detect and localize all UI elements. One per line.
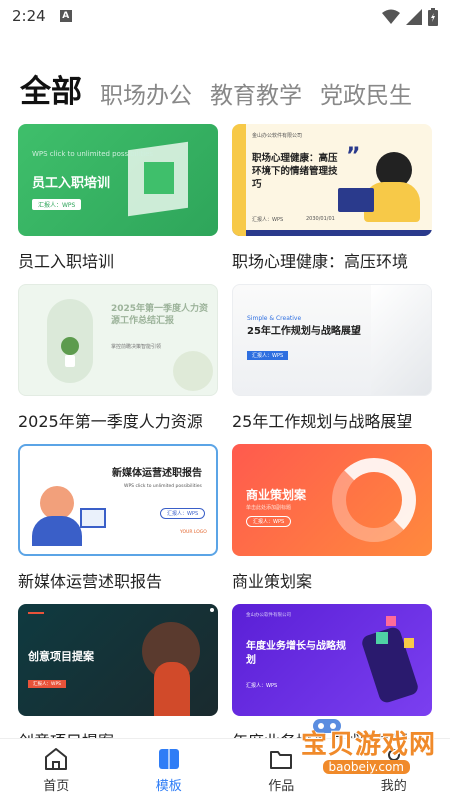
nav-label: 我的 — [380, 778, 407, 794]
template-card[interactable]: 2025年第一季度人力资源工作总结汇报 掌控前瞻决策智能引领 2025年第一季度… — [18, 284, 218, 432]
template-title: 25年工作规划与战略展望 — [232, 412, 413, 431]
template-card[interactable]: 金山办公软件有限公司 年度业务增长与战略规划 汇报人：WPS 年度业务增长与战略… — [232, 604, 432, 738]
template-icon — [158, 748, 179, 769]
template-title: 员工入职培训 — [18, 252, 115, 271]
thumb-heading: 年度业务增长与战略规划 — [246, 641, 346, 666]
quote-mark-icon: ” — [346, 144, 361, 169]
template-thumbnail: 新媒体运营述职报告 WPS click to unlimited possibi… — [18, 444, 218, 556]
folder-icon — [270, 750, 293, 769]
template-title: 2025年第一季度人力资源 — [18, 412, 203, 431]
template-title: 商业策划案 — [232, 572, 313, 591]
thumb-small-text: WPS click to unlimited possibilities — [124, 484, 202, 489]
template-title: 新媒体运营述职报告 — [18, 572, 163, 591]
template-card[interactable]: 商业策划案 单击此处添加副标题 汇报人：WPS 商业策划案 — [232, 444, 432, 592]
tab-government[interactable]: 党政民生 — [320, 85, 412, 108]
thumb-heading: 2025年第一季度人力资源工作总结汇报 — [111, 304, 209, 326]
thumb-heading: 新媒体运营述职报告 — [112, 468, 202, 479]
tab-all[interactable]: 全部 — [20, 77, 82, 108]
thumb-heading: 员工入职培训 — [32, 176, 111, 191]
thumb-small-text: WPS click to unlimited possibilities — [32, 150, 154, 158]
category-tabs: 全部 职场办公 教育教学 党政民生 — [0, 62, 450, 108]
template-card[interactable]: WPS click to unlimited possibilities 员工入… — [18, 124, 218, 272]
thumb-tag: 汇报人：WPS — [28, 680, 67, 688]
thumb-heading: 25年工作规划与战略展望 — [247, 326, 361, 337]
profile-icon — [383, 748, 404, 770]
nav-label: 作品 — [268, 778, 295, 794]
template-thumbnail: WPS click to unlimited possibilities 员工入… — [18, 124, 218, 236]
nav-label: 首页 — [43, 778, 70, 794]
tab-education[interactable]: 教育教学 — [210, 85, 302, 108]
status-time: 2:24 — [12, 7, 46, 25]
thumb-small-text: 金山办公软件有限公司 — [252, 133, 303, 139]
nav-templates[interactable]: 模板 — [113, 739, 226, 800]
thumb-small-text: 掌控前瞻决策智能引领 — [111, 344, 162, 350]
thumb-heading: 职场心理健康：高压环境下的情绪管理技巧 — [252, 153, 338, 190]
bottom-navigation: 首页 模板 作品 我的 — [0, 738, 450, 800]
nav-profile[interactable]: 我的 — [338, 739, 450, 800]
signal-icon — [406, 9, 422, 25]
thumb-small-text: 金山办公软件有限公司 — [246, 613, 291, 618]
template-thumbnail: 2025年第一季度人力资源工作总结汇报 掌控前瞻决策智能引领 — [18, 284, 218, 396]
battery-icon — [428, 8, 438, 26]
template-title: 职场心理健康：高压环境 — [232, 252, 409, 271]
nav-home[interactable]: 首页 — [0, 739, 113, 800]
template-card[interactable]: Simple & Creative 25年工作规划与战略展望 汇报人：WPS 2… — [232, 284, 432, 432]
template-grid: WPS click to unlimited possibilities 员工入… — [0, 122, 450, 738]
nav-works[interactable]: 作品 — [225, 739, 338, 800]
thumb-heading: 创意项目提案 — [28, 650, 94, 663]
thumb-date: 2030/01/01 — [306, 216, 335, 222]
template-card[interactable]: 金山办公软件有限公司 职场心理健康：高压环境下的情绪管理技巧 汇报人：WPS 2… — [232, 124, 432, 272]
template-title: 年度业务增长与战略规划 — [232, 728, 432, 738]
thumb-tag: 汇报人：WPS — [246, 683, 278, 689]
status-icons — [382, 8, 438, 26]
thumb-tag: 汇报人：WPS — [32, 199, 82, 210]
status-bar: 2:24 A — [0, 0, 450, 32]
wifi-icon — [382, 9, 400, 24]
home-icon — [45, 747, 68, 770]
template-thumbnail: 创意项目提案 汇报人：WPS — [18, 604, 218, 716]
thumb-tag: 汇报人：WPS — [160, 508, 206, 519]
notification-a-icon: A — [59, 10, 72, 22]
template-thumbnail: 商业策划案 单击此处添加副标题 汇报人：WPS — [232, 444, 432, 556]
template-thumbnail: 金山办公软件有限公司 年度业务增长与战略规划 汇报人：WPS — [232, 604, 432, 716]
thumb-tag: 汇报人：WPS — [252, 217, 284, 223]
thumb-tag: 汇报人：WPS — [247, 351, 289, 360]
thumb-heading: 商业策划案 — [246, 488, 307, 502]
template-card[interactable]: 创意项目提案 汇报人：WPS 创意项目提案 — [18, 604, 218, 738]
thumb-small-text: 单击此处添加副标题 — [246, 505, 292, 511]
template-thumbnail: Simple & Creative 25年工作规划与战略展望 汇报人：WPS — [232, 284, 432, 396]
template-card[interactable]: 新媒体运营述职报告 WPS click to unlimited possibi… — [18, 444, 218, 592]
thumb-logo: YOUR LOGO — [180, 530, 207, 535]
thumb-tag: 汇报人：WPS — [246, 516, 292, 527]
tab-office[interactable]: 职场办公 — [100, 85, 192, 108]
template-thumbnail: 金山办公软件有限公司 职场心理健康：高压环境下的情绪管理技巧 汇报人：WPS 2… — [232, 124, 432, 236]
thumb-small-text: Simple & Creative — [247, 315, 302, 322]
nav-label: 模板 — [155, 778, 182, 794]
template-title: 创意项目提案 — [18, 728, 218, 738]
